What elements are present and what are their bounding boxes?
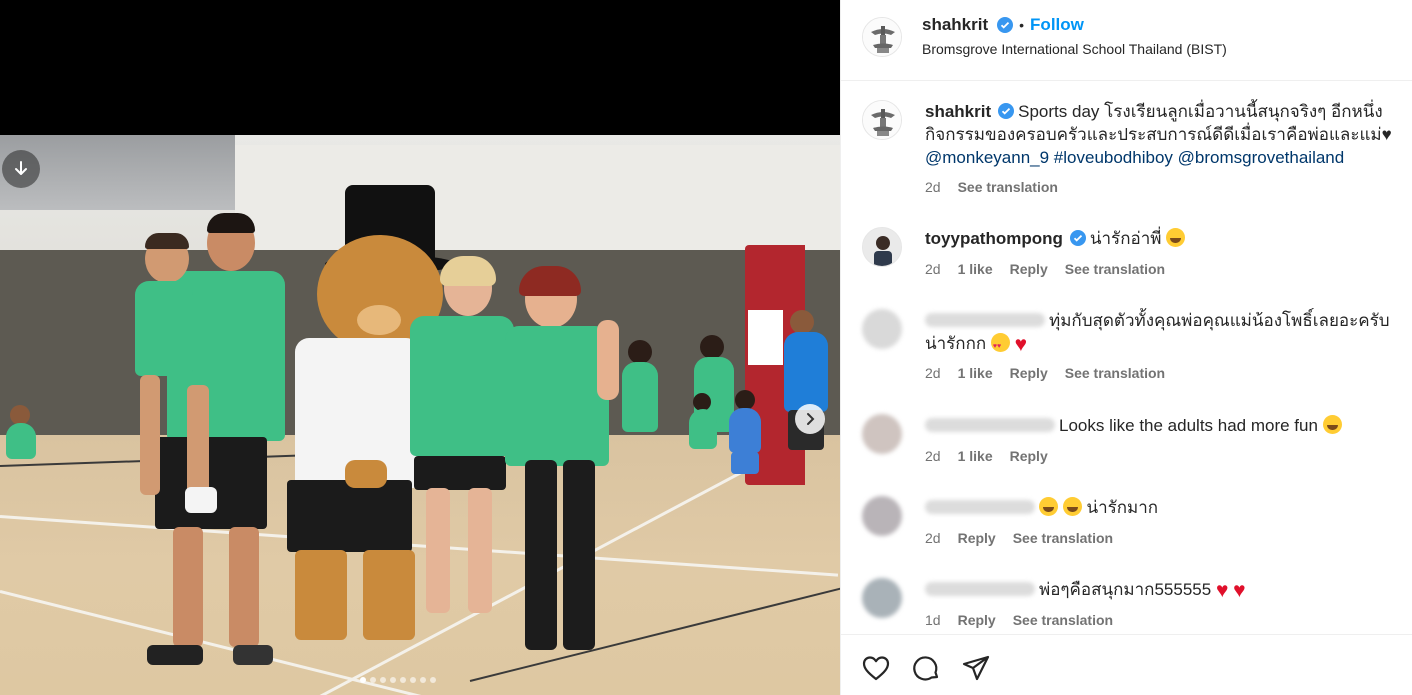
comment-text-block: ทุ่มกับสุดตัวทั้งคุณพ่อคุณแม่น้องโพธิ์เล…: [925, 309, 1403, 358]
verified-badge-icon: [997, 17, 1014, 33]
comment-item: น่ารักมาก 2d Reply See translation: [862, 496, 1402, 556]
caption-author-avatar[interactable]: [862, 100, 902, 140]
comment-meta: 2d Reply See translation: [925, 530, 1113, 546]
see-translation-link[interactable]: See translation: [958, 179, 1058, 195]
comment-age[interactable]: 1d: [925, 612, 941, 628]
comment-age[interactable]: 2d: [925, 530, 941, 546]
see-translation-link[interactable]: See translation: [1013, 612, 1113, 628]
share-icon[interactable]: [961, 653, 991, 683]
commenter-avatar[interactable]: [862, 578, 902, 618]
comment-meta: 2d 1 like Reply See translation: [925, 365, 1165, 381]
caption-meta: 2d See translation: [925, 179, 1058, 195]
comment-author-hidden[interactable]: [925, 418, 1055, 432]
laughing-emoji-icon: [1039, 497, 1058, 516]
laughing-emoji-icon: [1062, 497, 1082, 516]
post-header: shahkrit • Follow Bromsgrove Internation…: [841, 0, 1412, 81]
reply-button[interactable]: Reply: [1010, 448, 1048, 464]
reply-button[interactable]: Reply: [958, 530, 996, 546]
caption-text-block: shahkrit Sports day โรงเรียนลูกเมื่อวานนี…: [925, 100, 1403, 169]
comment-age[interactable]: 2d: [925, 365, 941, 381]
fountain-avatar-image: [863, 101, 901, 139]
comment-text: Looks like the adults had more fun: [1059, 416, 1318, 435]
carousel-dot: [360, 677, 366, 683]
reply-button[interactable]: Reply: [958, 612, 996, 628]
caption-item: shahkrit Sports day โรงเรียนลูกเมื่อวานนี…: [862, 100, 1402, 200]
caption-author[interactable]: shahkrit: [925, 102, 991, 121]
caption-tag[interactable]: #loveubodhiboy: [1054, 148, 1173, 167]
comment-author-hidden[interactable]: [925, 500, 1035, 514]
carousel-dot: [410, 677, 416, 683]
follow-button[interactable]: Follow: [1030, 15, 1084, 35]
author-username[interactable]: shahkrit: [922, 15, 988, 35]
header-separator: •: [1019, 17, 1025, 33]
comment-likes[interactable]: 1 like: [958, 448, 993, 464]
squinting-laugh-emoji-icon: [1322, 415, 1342, 434]
commenter-avatar[interactable]: [862, 227, 902, 267]
red-heart-icon: ♥: [1215, 579, 1229, 602]
caption-tag[interactable]: @monkeyann_9: [925, 148, 1049, 167]
comment-text: น่ารักอ่าพี่: [1089, 229, 1162, 248]
fountain-avatar-image: [863, 18, 901, 56]
commenter-avatar[interactable]: [862, 496, 902, 536]
comment-text-block: น่ารักมาก: [925, 496, 1403, 519]
author-avatar[interactable]: [862, 17, 902, 57]
commenter-avatar[interactable]: [862, 309, 902, 349]
carousel-dot: [400, 677, 406, 683]
carousel-dot: [380, 677, 386, 683]
comment-meta: 2d 1 like Reply See translation: [925, 261, 1165, 277]
reply-button[interactable]: Reply: [1010, 261, 1048, 277]
comment-text-block: toyypathompong น่ารักอ่าพี่: [925, 227, 1403, 250]
comment-age[interactable]: 2d: [925, 448, 941, 464]
comment-text-block: Looks like the adults had more fun: [925, 414, 1403, 437]
comment-text: พ่อๆคือสนุกมาก555555: [1039, 580, 1212, 599]
caption-tag[interactable]: @bromsgrovethailand: [1178, 148, 1345, 167]
comment-likes[interactable]: 1 like: [958, 365, 993, 381]
red-heart-icon: ♥: [1014, 333, 1028, 356]
laughing-emoji-icon: [1166, 228, 1186, 247]
download-button[interactable]: [2, 150, 40, 188]
post-location[interactable]: Bromsgrove International School Thailand…: [922, 41, 1227, 57]
verified-badge-icon: [998, 103, 1015, 119]
next-slide-button[interactable]: [795, 404, 825, 434]
comment-author-hidden[interactable]: [925, 313, 1045, 327]
comment-item: toyypathompong น่ารักอ่าพี่ 2d 1 like Rep…: [862, 227, 1402, 287]
commenter-photo: [863, 228, 901, 266]
reply-button[interactable]: Reply: [1010, 365, 1048, 381]
comment-item: พ่อๆคือสนุกมาก555555 ♥ ♥ 1d Reply See tr…: [862, 578, 1402, 634]
comment-text-block: พ่อๆคือสนุกมาก555555 ♥ ♥: [925, 578, 1403, 602]
comment-author[interactable]: toyypathompong: [925, 229, 1063, 248]
post-side-panel: shahkrit • Follow Bromsgrove Internation…: [840, 0, 1412, 695]
carousel-dot: [420, 677, 426, 683]
instagram-post-viewer: shahkrit • Follow Bromsgrove Internation…: [0, 0, 1412, 695]
comment-meta: 1d Reply See translation: [925, 612, 1113, 628]
comment-text: น่ารักมาก: [1086, 498, 1159, 517]
comment-likes[interactable]: 1 like: [958, 261, 993, 277]
carousel-dot: [370, 677, 376, 683]
heart-icon[interactable]: [861, 653, 891, 683]
comment-icon[interactable]: [911, 653, 941, 683]
comment-item: Looks like the adults had more fun 2d 1 …: [862, 414, 1402, 474]
comment-author-hidden[interactable]: [925, 582, 1035, 596]
comment-meta: 2d 1 like Reply: [925, 448, 1048, 464]
post-media[interactable]: [0, 0, 840, 695]
verified-badge-icon: [1069, 230, 1086, 246]
heart-eyes-emoji-icon: [990, 333, 1010, 358]
comment-age[interactable]: 2d: [925, 261, 941, 277]
post-photo: [0, 135, 840, 695]
carousel-dot: [390, 677, 396, 683]
see-translation-link[interactable]: See translation: [1065, 261, 1165, 277]
commenter-avatar[interactable]: [862, 414, 902, 454]
caption-age[interactable]: 2d: [925, 179, 941, 195]
download-icon: [15, 161, 27, 175]
comments-list[interactable]: shahkrit Sports day โรงเรียนลูกเมื่อวานนี…: [841, 82, 1412, 634]
red-heart-icon: ♥: [1233, 579, 1246, 602]
see-translation-link[interactable]: See translation: [1065, 365, 1165, 381]
caption-text: Sports day โรงเรียนลูกเมื่อวานนี้สนุกจริ…: [925, 102, 1392, 144]
see-translation-link[interactable]: See translation: [1013, 530, 1113, 546]
carousel-dots: [360, 677, 436, 683]
chevron-right-icon: [807, 413, 815, 425]
post-actions: [841, 634, 1412, 695]
carousel-dot: [430, 677, 436, 683]
comment-item: ทุ่มกับสุดตัวทั้งคุณพ่อคุณแม่น้องโพธิ์เล…: [862, 309, 1402, 389]
